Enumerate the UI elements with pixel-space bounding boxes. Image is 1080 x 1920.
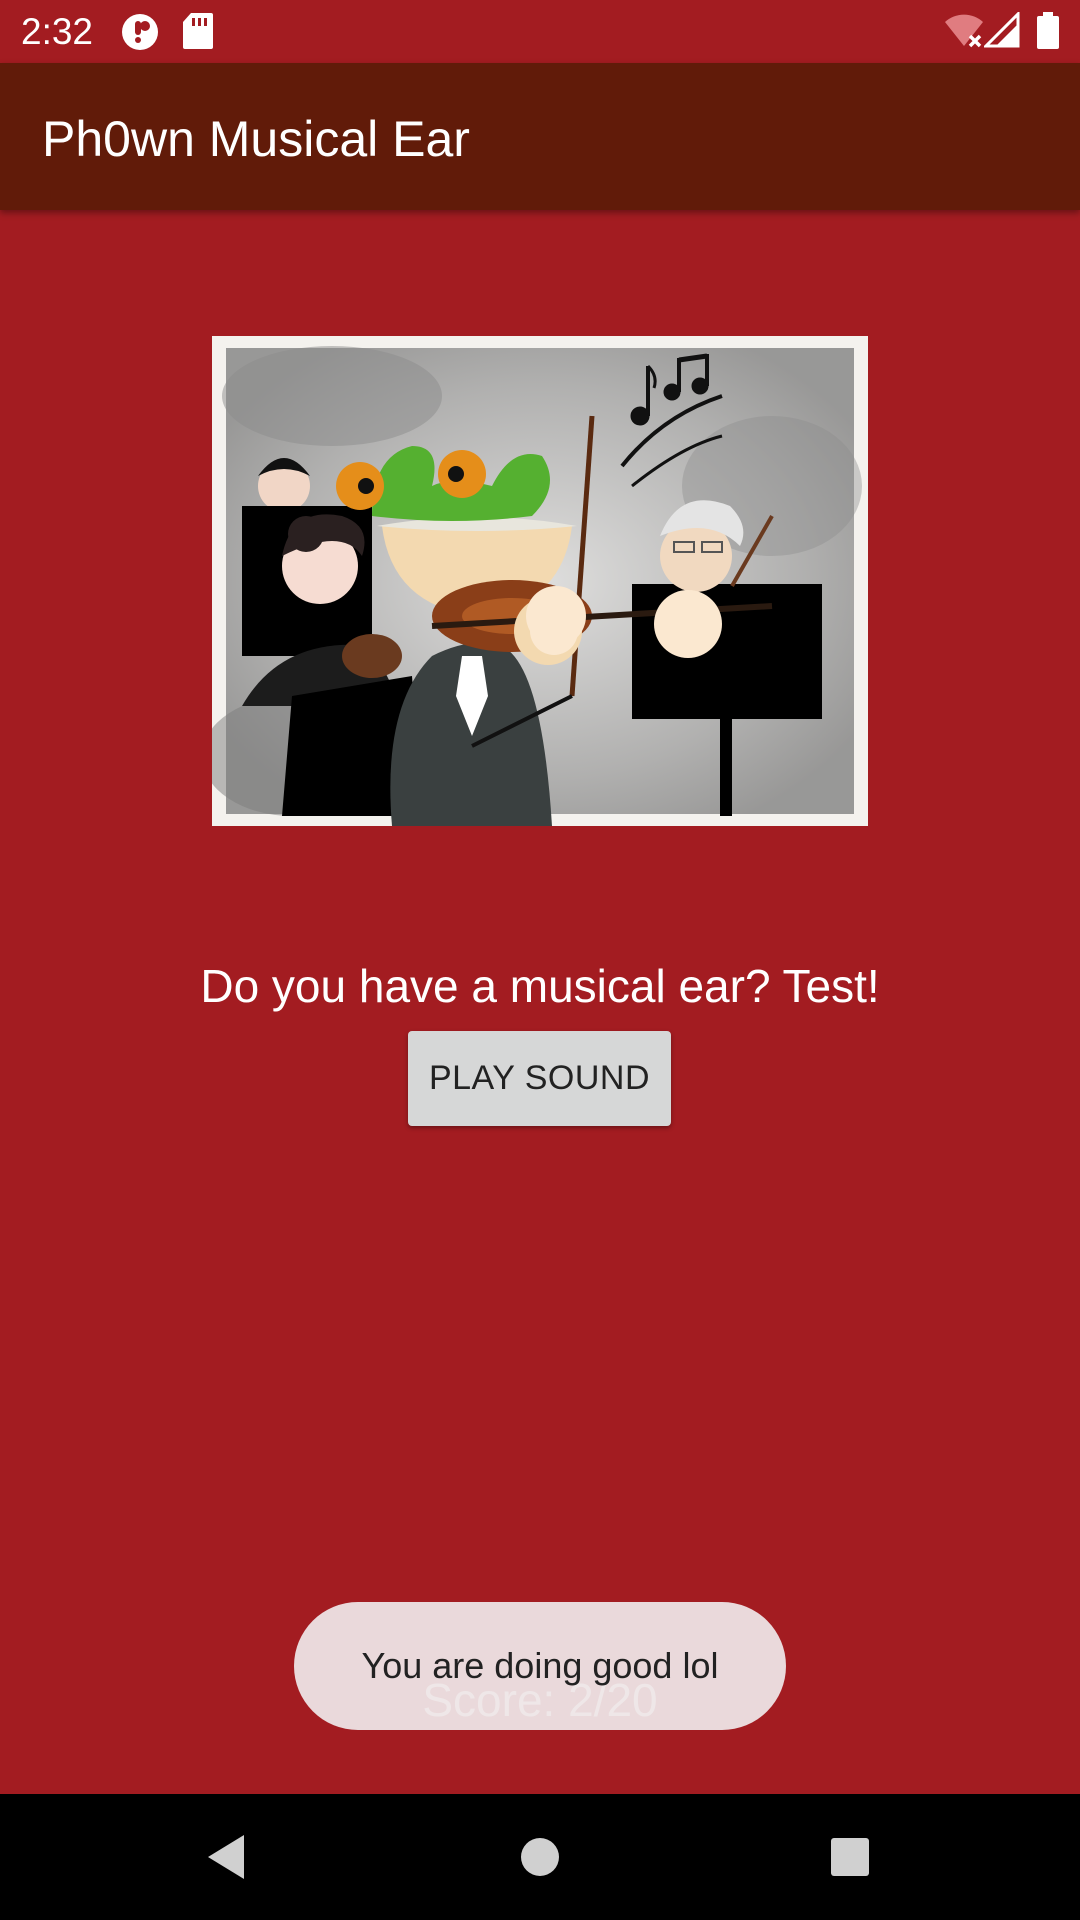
back-icon[interactable] (195, 1826, 257, 1888)
app-title: Ph0wn Musical Ear (42, 111, 470, 167)
status-time: 2:32 (21, 11, 94, 52)
wifi-off-icon (944, 12, 984, 53)
app-bar: Ph0wn Musical Ear (0, 63, 1080, 210)
play-sound-button[interactable]: PLAY SOUND (408, 1031, 671, 1126)
app-screen: 2:32 Ph0wn Musical Ear Do you have a mus… (0, 0, 1080, 1920)
recents-icon[interactable] (819, 1826, 881, 1888)
orchestra-illustration (202, 336, 868, 826)
toast: You are doing good lol (294, 1602, 786, 1730)
signal-icon (982, 10, 1020, 53)
toast-message: You are doing good lol (361, 1645, 719, 1686)
navigation-bar (0, 1794, 1080, 1920)
prompt-text: Do you have a musical ear? Test! (200, 960, 880, 1012)
home-icon[interactable] (509, 1826, 571, 1888)
notification-icon (120, 12, 160, 57)
status-bar: 2:32 (0, 0, 1080, 63)
battery-icon (1036, 12, 1060, 55)
sd-card-icon (182, 12, 214, 55)
